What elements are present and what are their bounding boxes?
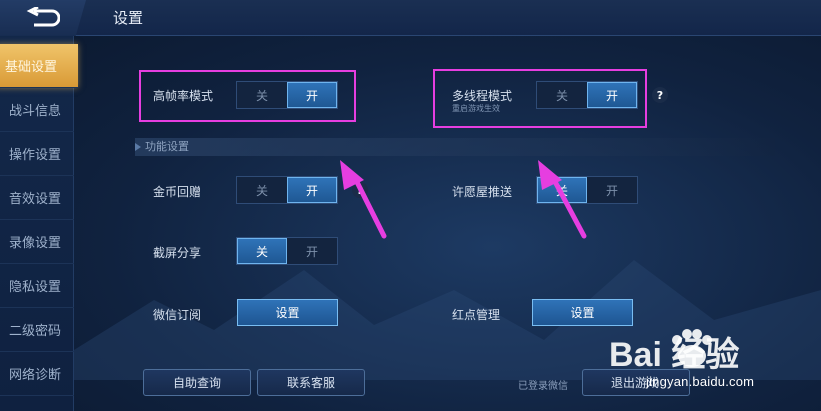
multithread-help-icon[interactable]: ? — [652, 87, 668, 103]
sidebar-item-recording[interactable]: 录像设置 — [0, 220, 74, 264]
page-title: 设置 — [113, 10, 144, 27]
multithread-off-option[interactable]: 关 — [537, 82, 587, 108]
sidebar-item-privacy[interactable]: 隐私设置 — [0, 264, 74, 308]
high-fps-on-option[interactable]: 开 — [287, 82, 337, 108]
multithread-sublabel: 重启游戏生效 — [452, 104, 500, 113]
watermark-url: jingyan.baidu.com — [646, 374, 755, 389]
multithread-toggle[interactable]: 关 开 — [536, 81, 638, 109]
high-fps-label: 高帧率模式 — [153, 89, 214, 103]
sidebar-item-controls[interactable]: 操作设置 — [0, 132, 74, 176]
screenshot-share-toggle[interactable]: 关 开 — [236, 237, 338, 265]
coin-reward-label: 金币回赠 — [153, 185, 202, 199]
self-help-button[interactable]: 自助查询 — [143, 369, 251, 396]
top-bar: 设置 — [0, 0, 821, 36]
multithread-on-option[interactable]: 开 — [587, 82, 637, 108]
wish-push-label: 许愿屋推送 — [452, 185, 513, 199]
wechat-subscription-label: 微信订阅 — [153, 308, 202, 322]
sidebar-item-audio[interactable]: 音效设置 — [0, 176, 74, 220]
back-button[interactable] — [0, 0, 86, 36]
contact-support-button[interactable]: 联系客服 — [257, 369, 365, 396]
sidebar: 基础设置 战斗信息 操作设置 音效设置 录像设置 隐私设置 二级密码 网络诊断 — [0, 36, 78, 411]
high-fps-off-option[interactable]: 关 — [237, 82, 287, 108]
coin-reward-toggle[interactable]: 关 开 — [236, 176, 338, 204]
screenshot-share-label: 截屏分享 — [153, 246, 202, 260]
back-arrow-icon — [26, 7, 60, 27]
wechat-subscription-settings-button[interactable]: 设置 — [237, 299, 338, 326]
red-dot-management-label: 红点管理 — [452, 308, 501, 322]
red-dot-settings-button[interactable]: 设置 — [532, 299, 633, 326]
sidebar-item-basic-settings[interactable]: 基础设置 — [0, 44, 78, 88]
annotation-arrow-left — [340, 160, 387, 239]
multithread-label: 多线程模式 — [452, 89, 513, 103]
coin-reward-off-option[interactable]: 关 — [237, 177, 287, 203]
logged-in-status: 已登录微信 — [518, 381, 568, 392]
annotation-arrow-right — [538, 160, 587, 239]
section-function-settings: 功能设置 — [135, 138, 775, 156]
sidebar-item-network-diagnosis[interactable]: 网络诊断 — [0, 352, 74, 396]
sidebar-item-battle-info[interactable]: 战斗信息 — [0, 88, 74, 132]
sidebar-item-secondary-password[interactable]: 二级密码 — [0, 308, 74, 352]
high-fps-toggle[interactable]: 关 开 — [236, 81, 338, 109]
screenshot-share-off-option[interactable]: 关 — [237, 238, 287, 264]
